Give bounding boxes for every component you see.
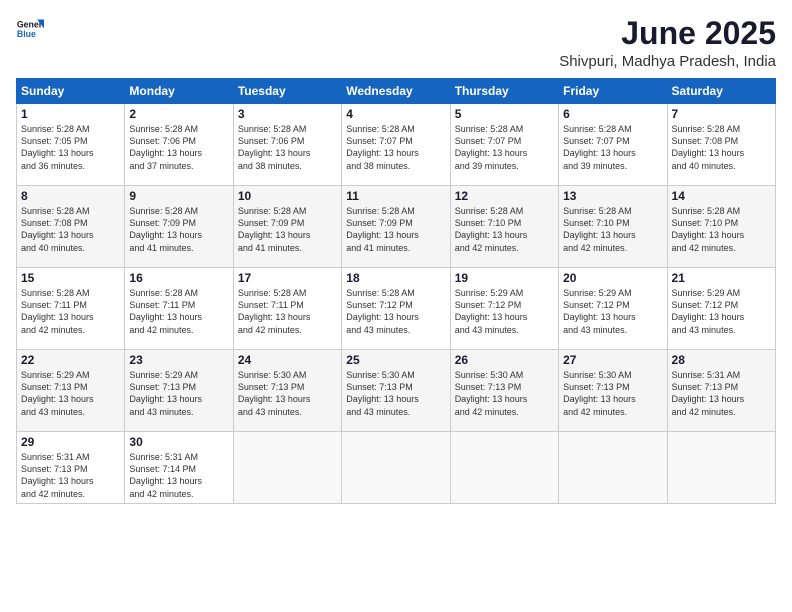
- table-row: 9Sunrise: 5:28 AMSunset: 7:09 PMDaylight…: [125, 186, 233, 268]
- table-row: 1Sunrise: 5:28 AMSunset: 7:05 PMDaylight…: [17, 104, 125, 186]
- table-row: [450, 432, 558, 504]
- col-friday: Friday: [559, 79, 667, 104]
- week-row-2: 8Sunrise: 5:28 AMSunset: 7:08 PMDaylight…: [17, 186, 776, 268]
- col-thursday: Thursday: [450, 79, 558, 104]
- table-row: 22Sunrise: 5:29 AMSunset: 7:13 PMDayligh…: [17, 350, 125, 432]
- table-row: 27Sunrise: 5:30 AMSunset: 7:13 PMDayligh…: [559, 350, 667, 432]
- table-row: 12Sunrise: 5:28 AMSunset: 7:10 PMDayligh…: [450, 186, 558, 268]
- table-row: 3Sunrise: 5:28 AMSunset: 7:06 PMDaylight…: [233, 104, 341, 186]
- header-row: Sunday Monday Tuesday Wednesday Thursday…: [17, 79, 776, 104]
- header: General Blue June 2025 Shivpuri, Madhya …: [16, 16, 776, 70]
- table-row: 6Sunrise: 5:28 AMSunset: 7:07 PMDaylight…: [559, 104, 667, 186]
- table-row: 11Sunrise: 5:28 AMSunset: 7:09 PMDayligh…: [342, 186, 450, 268]
- table-row: 26Sunrise: 5:30 AMSunset: 7:13 PMDayligh…: [450, 350, 558, 432]
- table-row: [233, 432, 341, 504]
- table-row: 13Sunrise: 5:28 AMSunset: 7:10 PMDayligh…: [559, 186, 667, 268]
- month-title: June 2025: [559, 16, 776, 51]
- col-sunday: Sunday: [17, 79, 125, 104]
- table-row: 17Sunrise: 5:28 AMSunset: 7:11 PMDayligh…: [233, 268, 341, 350]
- table-row: 18Sunrise: 5:28 AMSunset: 7:12 PMDayligh…: [342, 268, 450, 350]
- table-row: [667, 432, 775, 504]
- table-row: 19Sunrise: 5:29 AMSunset: 7:12 PMDayligh…: [450, 268, 558, 350]
- location-title: Shivpuri, Madhya Pradesh, India: [559, 53, 776, 70]
- col-saturday: Saturday: [667, 79, 775, 104]
- table-row: 5Sunrise: 5:28 AMSunset: 7:07 PMDaylight…: [450, 104, 558, 186]
- table-row: 4Sunrise: 5:28 AMSunset: 7:07 PMDaylight…: [342, 104, 450, 186]
- table-row: 15Sunrise: 5:28 AMSunset: 7:11 PMDayligh…: [17, 268, 125, 350]
- page: General Blue June 2025 Shivpuri, Madhya …: [0, 0, 792, 612]
- table-row: 21Sunrise: 5:29 AMSunset: 7:12 PMDayligh…: [667, 268, 775, 350]
- col-tuesday: Tuesday: [233, 79, 341, 104]
- table-row: 7Sunrise: 5:28 AMSunset: 7:08 PMDaylight…: [667, 104, 775, 186]
- table-row: 14Sunrise: 5:28 AMSunset: 7:10 PMDayligh…: [667, 186, 775, 268]
- table-row: 30Sunrise: 5:31 AMSunset: 7:14 PMDayligh…: [125, 432, 233, 504]
- calendar: Sunday Monday Tuesday Wednesday Thursday…: [16, 78, 776, 504]
- logo: General Blue: [16, 16, 44, 44]
- table-row: 25Sunrise: 5:30 AMSunset: 7:13 PMDayligh…: [342, 350, 450, 432]
- logo-icon: General Blue: [16, 16, 44, 44]
- table-row: 20Sunrise: 5:29 AMSunset: 7:12 PMDayligh…: [559, 268, 667, 350]
- table-row: [559, 432, 667, 504]
- table-row: 28Sunrise: 5:31 AMSunset: 7:13 PMDayligh…: [667, 350, 775, 432]
- col-wednesday: Wednesday: [342, 79, 450, 104]
- week-row-5: 29Sunrise: 5:31 AMSunset: 7:13 PMDayligh…: [17, 432, 776, 504]
- table-row: 24Sunrise: 5:30 AMSunset: 7:13 PMDayligh…: [233, 350, 341, 432]
- title-area: June 2025 Shivpuri, Madhya Pradesh, Indi…: [559, 16, 776, 70]
- table-row: 16Sunrise: 5:28 AMSunset: 7:11 PMDayligh…: [125, 268, 233, 350]
- col-monday: Monday: [125, 79, 233, 104]
- week-row-1: 1Sunrise: 5:28 AMSunset: 7:05 PMDaylight…: [17, 104, 776, 186]
- table-row: [342, 432, 450, 504]
- table-row: 8Sunrise: 5:28 AMSunset: 7:08 PMDaylight…: [17, 186, 125, 268]
- week-row-4: 22Sunrise: 5:29 AMSunset: 7:13 PMDayligh…: [17, 350, 776, 432]
- table-row: 2Sunrise: 5:28 AMSunset: 7:06 PMDaylight…: [125, 104, 233, 186]
- table-row: 23Sunrise: 5:29 AMSunset: 7:13 PMDayligh…: [125, 350, 233, 432]
- table-row: 29Sunrise: 5:31 AMSunset: 7:13 PMDayligh…: [17, 432, 125, 504]
- table-row: 10Sunrise: 5:28 AMSunset: 7:09 PMDayligh…: [233, 186, 341, 268]
- svg-text:Blue: Blue: [17, 29, 36, 39]
- week-row-3: 15Sunrise: 5:28 AMSunset: 7:11 PMDayligh…: [17, 268, 776, 350]
